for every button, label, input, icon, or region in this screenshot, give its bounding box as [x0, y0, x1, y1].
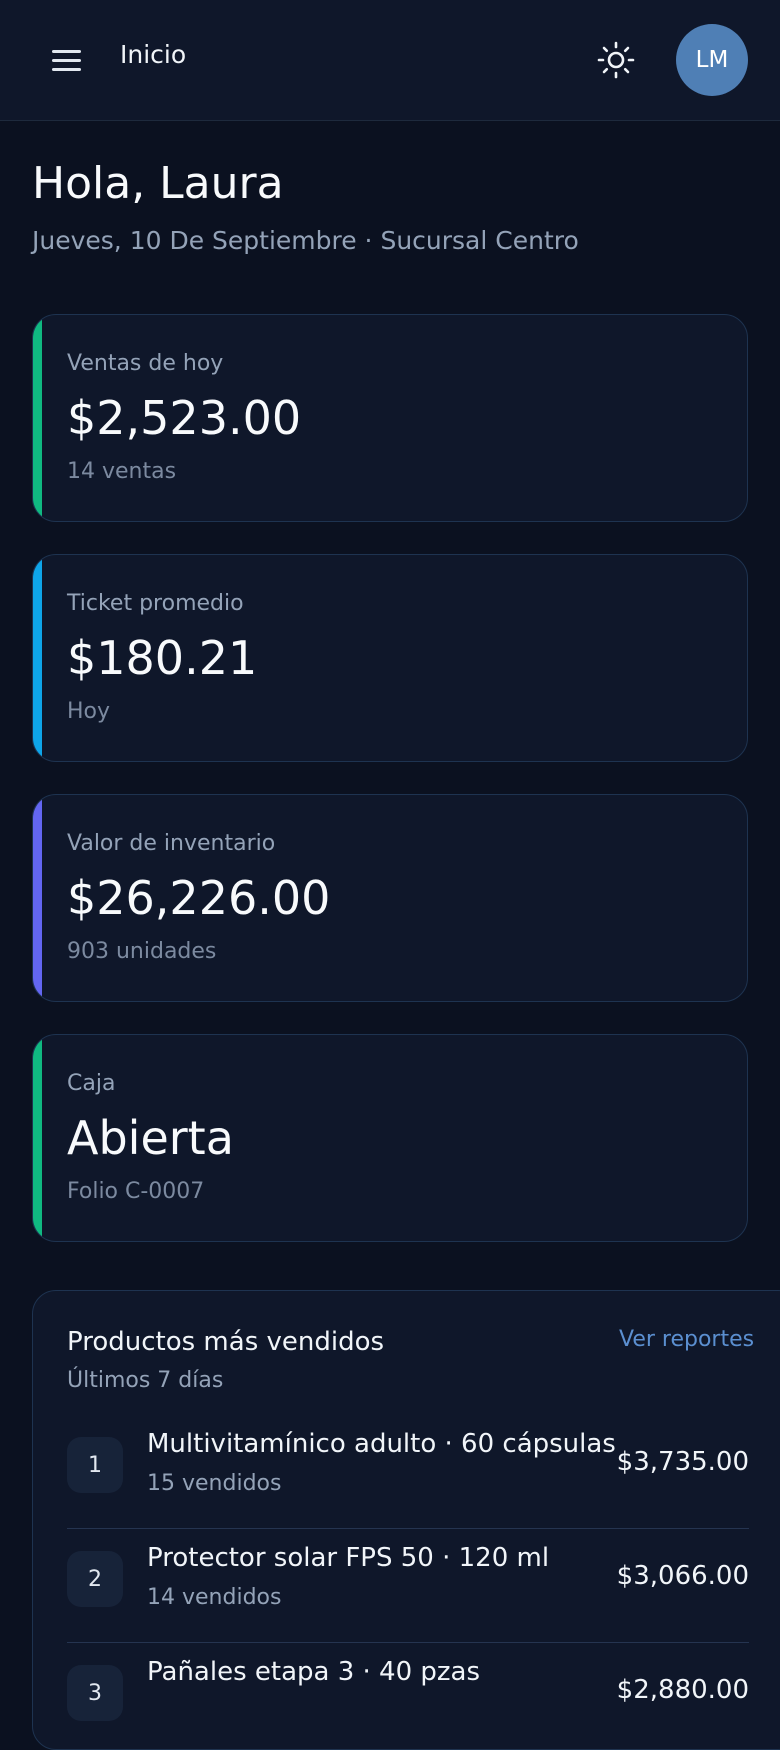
top-app-bar: Inicio LM: [0, 0, 780, 121]
stat-accent-bar: [33, 315, 42, 521]
greeting-subtitle: Jueves, 10 De Septiembre · Sucursal Cent…: [32, 226, 579, 255]
stat-accent-bar: [33, 1035, 42, 1241]
product-rank-badge: 1: [67, 1437, 123, 1493]
stat-subtext: 903 unidades: [67, 939, 217, 964]
stat-card-inventory-value[interactable]: Valor de inventario $26,226.00 903 unida…: [32, 794, 748, 1002]
stat-card-average-ticket[interactable]: Ticket promedio $180.21 Hoy: [32, 554, 748, 762]
view-reports-link[interactable]: Ver reportes: [619, 1327, 754, 1352]
stat-label: Caja: [67, 1071, 116, 1096]
greeting-title: Hola, Laura: [32, 158, 284, 209]
top-products-title: Productos más vendidos: [67, 1327, 385, 1357]
product-name: Protector solar FPS 50 · 120 ml: [147, 1543, 550, 1573]
product-row[interactable]: 3 Pañales etapa 3 · 40 pzas $2,880.00: [67, 1643, 749, 1749]
stat-accent-bar: [33, 795, 42, 1001]
stat-card-sales-today[interactable]: Ventas de hoy $2,523.00 14 ventas: [32, 314, 748, 522]
sun-icon[interactable]: [596, 40, 636, 80]
product-name: Pañales etapa 3 · 40 pzas: [147, 1657, 481, 1687]
stat-label: Valor de inventario: [67, 831, 276, 856]
product-amount: $3,735.00: [616, 1447, 749, 1477]
top-products-subtitle: Últimos 7 días: [67, 1368, 224, 1393]
hamburger-menu-icon[interactable]: [48, 44, 88, 76]
stat-label: Ticket promedio: [67, 591, 244, 616]
stat-label: Ventas de hoy: [67, 351, 224, 376]
product-row[interactable]: 1 Multivitamínico adulto · 60 cápsulas 1…: [67, 1415, 749, 1529]
stat-subtext: Folio C-0007: [67, 1179, 205, 1204]
avatar[interactable]: LM: [676, 24, 748, 96]
product-amount: $3,066.00: [616, 1561, 749, 1591]
product-name: Multivitamínico adulto · 60 cápsulas: [147, 1429, 616, 1459]
stat-card-cash-register[interactable]: Caja Abierta Folio C-0007: [32, 1034, 748, 1242]
stat-subtext: 14 ventas: [67, 459, 177, 484]
product-amount: $2,880.00: [616, 1675, 749, 1705]
stat-value: $180.21: [67, 631, 258, 685]
stat-value: $26,226.00: [67, 871, 331, 925]
product-sold-count: 15 vendidos: [147, 1471, 282, 1496]
stat-value: $2,523.00: [67, 391, 302, 445]
product-rank-badge: 2: [67, 1551, 123, 1607]
product-sold-count: 14 vendidos: [147, 1585, 282, 1610]
product-row[interactable]: 2 Protector solar FPS 50 · 120 ml 14 ven…: [67, 1529, 749, 1643]
product-rank-badge: 3: [67, 1665, 123, 1721]
top-products-card: Productos más vendidos Últimos 7 días Ve…: [32, 1290, 780, 1750]
stat-accent-bar: [33, 555, 42, 761]
page-title: Inicio: [120, 40, 187, 69]
stat-value: Abierta: [67, 1111, 234, 1165]
stat-subtext: Hoy: [67, 699, 111, 724]
